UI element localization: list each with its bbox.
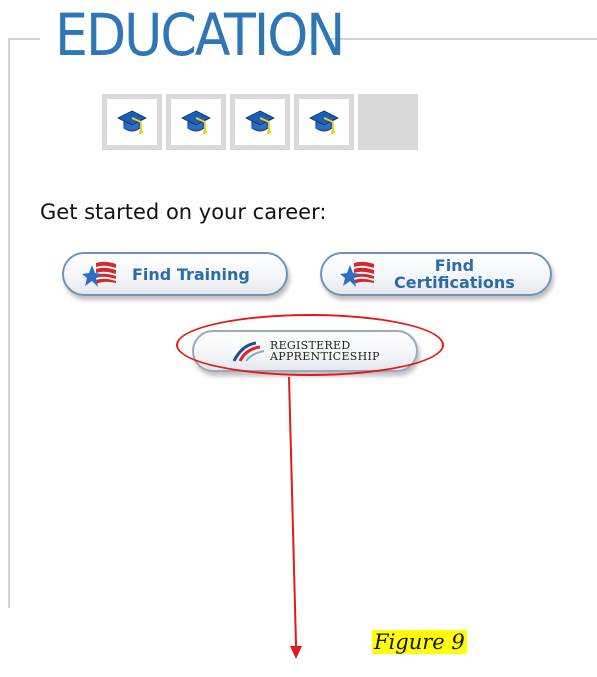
- graduation-cap-icon: [117, 110, 147, 134]
- flag-star-icon: [340, 261, 375, 287]
- career-prompt: Get started on your career:: [40, 200, 327, 224]
- frame-top-left: [8, 38, 40, 40]
- graduation-cap-icon: [309, 110, 339, 134]
- flag-star-icon: [82, 261, 117, 287]
- rating-box-5-empty: [358, 94, 418, 150]
- annotation-arrow-head: [290, 646, 302, 659]
- frame-top-right: [325, 38, 597, 40]
- graduation-cap-icon: [181, 110, 211, 134]
- find-training-label: Find Training: [132, 264, 250, 284]
- find-certifications-button[interactable]: Find Certifications: [320, 252, 552, 296]
- figure-caption: Figure 9: [372, 630, 467, 654]
- rating-box-4: [294, 94, 354, 150]
- find-certifications-label-line2: Certifications: [394, 273, 515, 292]
- find-certifications-label: Find Certifications: [394, 257, 515, 291]
- highlight-oval: [176, 314, 444, 376]
- section-title: EDUCATION: [55, 1, 345, 69]
- rating-box-3: [230, 94, 290, 150]
- graduation-cap-icon: [245, 110, 275, 134]
- rating-box-2: [166, 94, 226, 150]
- annotation-arrow: [288, 376, 298, 647]
- frame-left: [8, 38, 10, 608]
- education-rating: [102, 94, 418, 150]
- find-training-button[interactable]: Find Training: [62, 252, 288, 296]
- rating-box-1: [102, 94, 162, 150]
- find-certifications-label-line1: Find: [434, 256, 475, 275]
